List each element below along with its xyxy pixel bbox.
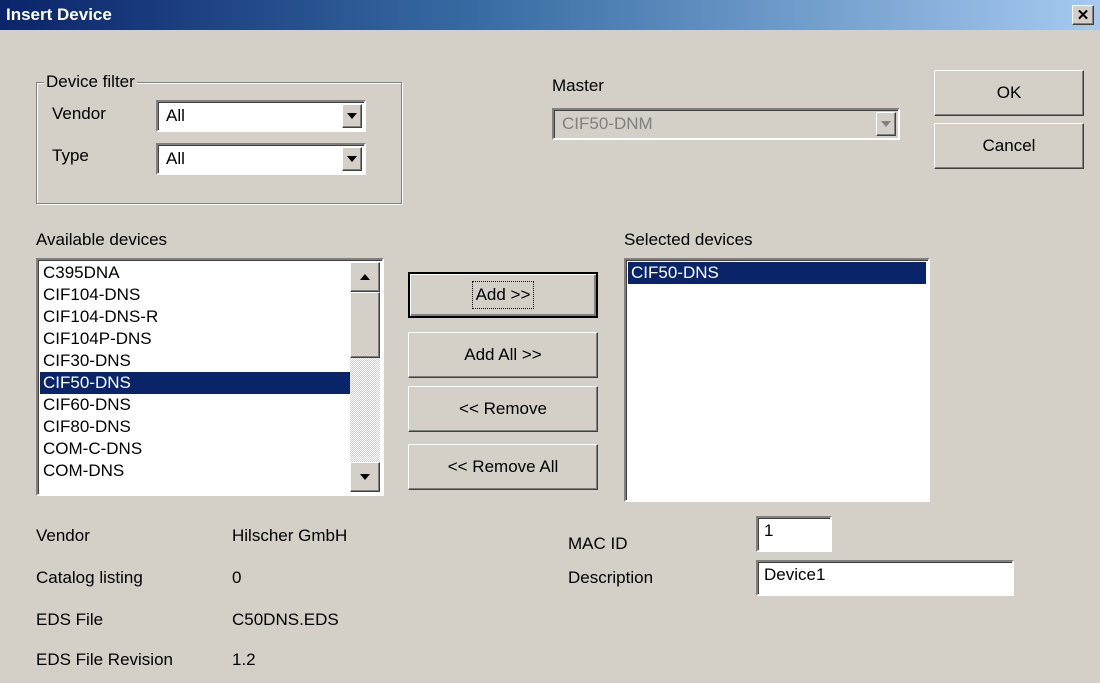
vendor-filter-combo[interactable]: All (156, 100, 366, 132)
description-value: Device1 (764, 565, 826, 584)
title-bar[interactable]: Insert Device ✕ (0, 0, 1100, 30)
remove-button-label: << Remove (459, 399, 547, 418)
available-device-item[interactable]: CIF104-DNS (40, 284, 352, 306)
mac-id-value: 1 (764, 521, 774, 540)
remove-all-button[interactable]: << Remove All (408, 444, 598, 490)
vendor-dropdown-button[interactable] (342, 104, 362, 128)
filter-vendor-label: Vendor (52, 104, 106, 123)
selected-device-item[interactable]: CIF50-DNS (628, 262, 926, 284)
chevron-down-icon (881, 121, 891, 127)
insert-device-dialog: Insert Device ✕ Device filter Vendor All… (0, 0, 1100, 683)
mac-id-label: MAC ID (568, 534, 628, 553)
selected-devices-label: Selected devices (624, 230, 753, 249)
scroll-up-button[interactable] (350, 262, 380, 292)
available-device-item[interactable]: CIF104-DNS-R (40, 306, 352, 328)
cancel-button-label: Cancel (982, 136, 1036, 155)
vendor-filter-value: All (166, 106, 185, 125)
available-device-item[interactable]: CIF80-DNS (40, 416, 352, 438)
master-combo[interactable]: CIF50-DNM (552, 108, 900, 140)
add-button[interactable]: Add >> (408, 272, 598, 318)
chevron-down-icon (347, 113, 357, 119)
add-all-button[interactable]: Add All >> (408, 332, 598, 378)
master-label: Master (552, 76, 604, 95)
scroll-up-icon (360, 274, 370, 280)
window-title: Insert Device (6, 5, 112, 24)
eds-file-label: EDS File (36, 610, 104, 629)
eds-file-revision-label: EDS File Revision (36, 650, 173, 669)
available-scrollbar[interactable] (350, 262, 380, 492)
available-device-item[interactable]: CIF50-DNS (40, 372, 352, 394)
available-device-item[interactable]: C395DNA (40, 262, 352, 284)
scroll-thumb[interactable] (350, 292, 380, 358)
device-filter-legend: Device filter (44, 72, 137, 92)
available-devices-label: Available devices (36, 230, 168, 249)
master-dropdown-button[interactable] (876, 112, 896, 136)
ok-button-label: OK (996, 83, 1022, 102)
available-device-item[interactable]: CIF30-DNS (40, 350, 352, 372)
description-field[interactable]: Device1 (756, 560, 1014, 596)
master-value: CIF50-DNM (562, 114, 653, 133)
chevron-down-icon (347, 156, 357, 162)
available-device-item[interactable]: CIF60-DNS (40, 394, 352, 416)
scroll-down-button[interactable] (350, 462, 380, 492)
scroll-down-icon (360, 474, 370, 480)
close-button[interactable]: ✕ (1072, 5, 1094, 25)
ok-button[interactable]: OK (934, 70, 1084, 116)
catalog-listing-value: 0 (232, 568, 242, 587)
selected-devices-list[interactable]: CIF50-DNS (624, 258, 930, 502)
remove-button[interactable]: << Remove (408, 386, 598, 432)
add-all-button-label: Add All >> (464, 345, 542, 364)
remove-all-button-label: << Remove All (447, 457, 559, 476)
eds-file-value: C50DNS.EDS (232, 610, 339, 629)
available-device-item[interactable]: COM-C-DNS (40, 438, 352, 460)
available-device-item[interactable]: CIF104P-DNS (40, 328, 352, 350)
close-icon: ✕ (1076, 6, 1090, 24)
type-filter-value: All (166, 149, 185, 168)
available-devices-list[interactable]: C395DNA CIF104-DNS CIF104-DNS-R CIF104P-DNS… (36, 258, 384, 496)
catalog-listing-label: Catalog listing (36, 568, 143, 587)
description-label: Description (568, 568, 654, 587)
info-vendor-value: Hilscher GmbH (232, 526, 348, 545)
info-vendor-label: Vendor (36, 526, 90, 545)
eds-file-revision-value: 1.2 (232, 650, 256, 669)
type-dropdown-button[interactable] (342, 147, 362, 171)
available-device-item[interactable]: COM-DNS (40, 460, 352, 482)
mac-id-field[interactable]: 1 (756, 516, 832, 552)
cancel-button[interactable]: Cancel (934, 123, 1084, 169)
add-button-label: Add >> (471, 281, 535, 309)
type-filter-combo[interactable]: All (156, 143, 366, 175)
filter-type-label: Type (52, 146, 89, 165)
